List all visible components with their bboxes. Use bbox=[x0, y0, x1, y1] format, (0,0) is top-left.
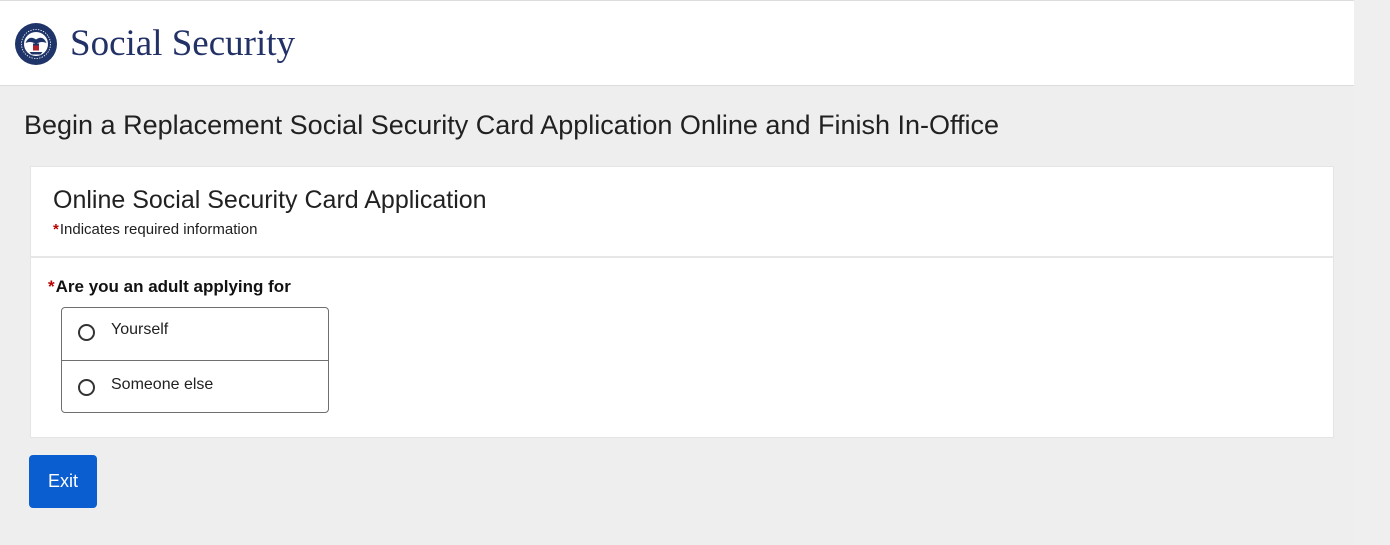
ssa-seal-icon bbox=[15, 23, 57, 65]
applicant-question-label: *Are you an adult applying for bbox=[48, 276, 291, 298]
page-title: Begin a Replacement Social Security Card… bbox=[24, 110, 1000, 140]
required-asterisk: * bbox=[53, 221, 59, 238]
main-content: Begin a Replacement Social Security Card… bbox=[0, 86, 1354, 545]
exit-button[interactable]: Exit bbox=[29, 455, 97, 508]
card-header: Online Social Security Card Application … bbox=[31, 167, 1333, 258]
radio-option-someone-else[interactable]: Someone else bbox=[62, 360, 328, 412]
window-edge-strip bbox=[1354, 0, 1390, 545]
card-title: Online Social Security Card Application bbox=[53, 186, 487, 214]
required-info-note: *Indicates required information bbox=[53, 220, 257, 240]
radio-label-yourself[interactable]: Yourself bbox=[111, 320, 168, 340]
required-info-text: Indicates required information bbox=[59, 221, 258, 238]
radio-label-someone-else[interactable]: Someone else bbox=[111, 375, 213, 395]
radio-option-yourself[interactable]: Yourself bbox=[62, 308, 328, 360]
site-header: Social Security bbox=[0, 0, 1354, 86]
applicant-radio-group: Yourself Someone else bbox=[61, 307, 329, 413]
site-brand-title[interactable]: Social Security bbox=[70, 21, 295, 67]
radio-button-someone-else[interactable] bbox=[78, 379, 95, 396]
radio-button-yourself[interactable] bbox=[78, 324, 95, 341]
required-asterisk: * bbox=[48, 277, 55, 296]
question-text: Are you an adult applying for bbox=[55, 277, 291, 296]
application-card: Online Social Security Card Application … bbox=[30, 166, 1334, 438]
